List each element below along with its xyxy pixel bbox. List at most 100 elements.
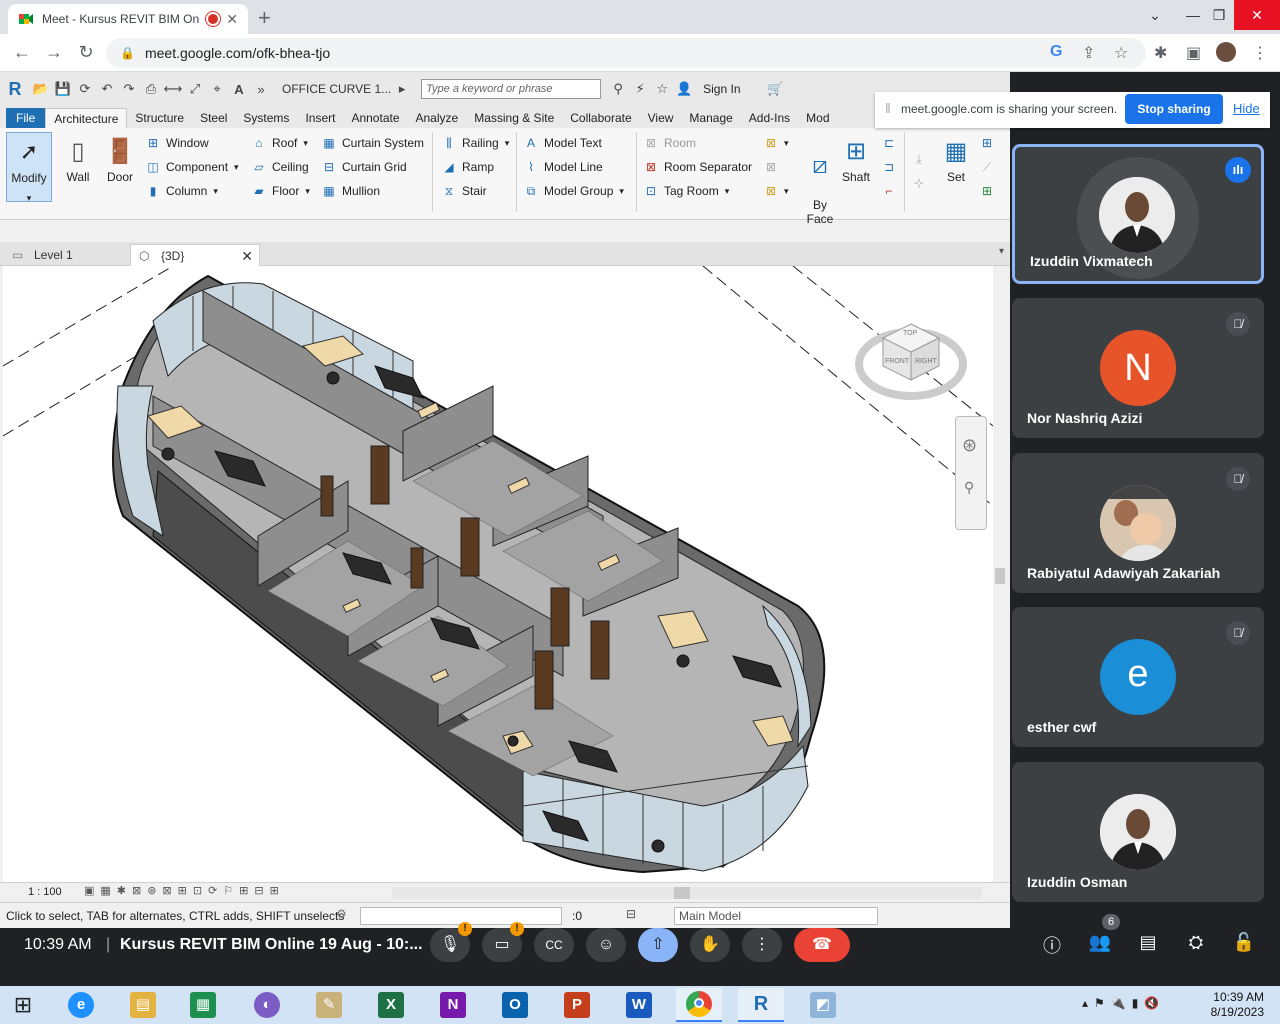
tab-analyze[interactable]: Analyze bbox=[408, 108, 467, 128]
share-icon[interactable]: ⇪ bbox=[1082, 43, 1095, 63]
viewcube-top[interactable]: TOP bbox=[903, 330, 917, 337]
tag-icon[interactable]: ⌖ bbox=[206, 81, 228, 97]
railing-button[interactable]: ⫼ Railing ▾ bbox=[440, 132, 509, 154]
color-picker-icon[interactable]: ◐ bbox=[244, 988, 290, 1022]
tab-annotate[interactable]: Annotate bbox=[343, 108, 407, 128]
dimension-icon[interactable]: ⤢ bbox=[184, 81, 206, 97]
profile-avatar[interactable] bbox=[1216, 42, 1236, 62]
vertical-scrollbar[interactable] bbox=[993, 266, 1007, 882]
area-boundary-button[interactable]: ⊠ bbox=[762, 156, 784, 178]
column-button[interactable]: ▮ Column ▾ bbox=[144, 180, 218, 202]
system-tray-icons[interactable]: ▴⚑🔌▮🔇 bbox=[1082, 996, 1165, 1010]
model-text-button[interactable]: A Model Text bbox=[522, 132, 602, 154]
view-tabs-menu-icon[interactable]: ▾ bbox=[999, 246, 1004, 257]
floor-button[interactable]: ▰ Floor ▾ bbox=[250, 180, 310, 202]
reload-icon[interactable]: ↻ bbox=[74, 42, 98, 63]
sign-in-link[interactable]: Sign In bbox=[703, 82, 740, 96]
viewcube-right[interactable]: RIGHT bbox=[915, 358, 937, 365]
close-window-button[interactable]: ✕ bbox=[1234, 0, 1280, 30]
file-explorer-icon[interactable]: ▤ bbox=[120, 988, 166, 1022]
cart-icon[interactable]: 🛒 bbox=[765, 81, 787, 97]
internet-explorer-icon[interactable]: e bbox=[58, 988, 104, 1022]
tab-modify[interactable]: Mod bbox=[798, 108, 837, 128]
reactions-button[interactable]: ☺ bbox=[586, 928, 626, 962]
address-bar[interactable]: 🔒 meet.google.com/ofk-bhea-tjo bbox=[106, 38, 1146, 68]
revit-taskbar-icon[interactable]: R bbox=[738, 988, 784, 1022]
component-button[interactable]: ◫ Component ▾ bbox=[144, 156, 238, 178]
participant-tile[interactable]: Izuddin Osman bbox=[1012, 762, 1264, 902]
shaft-button[interactable]: ⊞ Shaft bbox=[834, 134, 878, 184]
view-tab-3d[interactable]: ⬡ {3D} ✕ bbox=[130, 244, 260, 266]
print-icon[interactable]: ⎙ bbox=[140, 81, 162, 97]
workset-icon[interactable]: ⚙ bbox=[336, 907, 347, 921]
participant-tile[interactable]: e 🎙̸ esther cwf bbox=[1012, 607, 1264, 747]
user-icon[interactable]: 👤 bbox=[673, 81, 695, 97]
notepad-icon[interactable]: ✎ bbox=[306, 988, 352, 1022]
set-button[interactable]: ▦ Set bbox=[934, 134, 978, 184]
binoculars-icon[interactable]: ⚲ bbox=[607, 81, 629, 97]
tab-structure[interactable]: Structure bbox=[127, 108, 192, 128]
view-control-icons[interactable]: ▣▦✱⊠⊛⊠⊞⊡⟳⚐⊞⊟⊞ bbox=[84, 884, 285, 897]
bookmark-star-icon[interactable]: ☆ bbox=[1114, 43, 1128, 63]
show-workplane-button[interactable]: ⊞ bbox=[978, 132, 1000, 154]
wall-button[interactable]: ▯ Wall bbox=[56, 134, 100, 184]
ceiling-button[interactable]: ▱ Ceiling bbox=[250, 156, 308, 178]
present-button[interactable]: ⇧ bbox=[638, 928, 678, 962]
participant-tile[interactable]: 🎙̸ Rabiyatul Adawiyah Zakariah bbox=[1012, 453, 1264, 593]
drag-handle-icon[interactable]: ‖ bbox=[885, 100, 891, 116]
camera-button[interactable]: ▭! bbox=[482, 922, 524, 962]
tab-insert[interactable]: Insert bbox=[297, 108, 343, 128]
start-button[interactable]: ⊞ bbox=[0, 988, 46, 1022]
curtain-system-button[interactable]: ▦ Curtain System bbox=[320, 132, 424, 154]
vertical-opening-button[interactable]: ⊐ bbox=[880, 156, 902, 178]
people-button[interactable]: 👥 bbox=[1086, 932, 1114, 953]
close-view-icon[interactable]: ✕ bbox=[241, 245, 253, 267]
stop-sharing-button[interactable]: Stop sharing bbox=[1125, 94, 1223, 124]
level-button[interactable]: ⤓ bbox=[910, 148, 932, 170]
onenote-icon[interactable]: N bbox=[430, 988, 476, 1022]
revit-logo-icon[interactable]: R bbox=[0, 79, 30, 100]
subscription-icon[interactable]: ⚡ bbox=[629, 81, 651, 97]
captions-button[interactable]: CC bbox=[534, 928, 574, 962]
room-button[interactable]: ⊠ Room bbox=[642, 132, 696, 154]
tab-file[interactable]: File bbox=[6, 108, 46, 128]
redo-icon[interactable]: ↷ bbox=[118, 81, 140, 97]
tab-architecture[interactable]: Architecture bbox=[45, 108, 128, 128]
model-line-button[interactable]: ⌇ Model Line bbox=[522, 156, 603, 178]
end-call-button[interactable]: ☎ bbox=[794, 928, 850, 962]
scroll-thumb[interactable] bbox=[995, 568, 1005, 584]
steering-wheel-icon[interactable]: ⊛ bbox=[962, 435, 977, 456]
tab-steel[interactable]: Steel bbox=[192, 108, 235, 128]
door-button[interactable]: 🚪 Door bbox=[98, 134, 142, 184]
viewcube[interactable]: TOP FRONT RIGHT bbox=[855, 316, 967, 406]
curtain-grid-button[interactable]: ⊟ Curtain Grid bbox=[320, 156, 407, 178]
design-options-icon[interactable]: ⊟ bbox=[626, 907, 636, 921]
ref-plane-button[interactable]: ⟋ bbox=[978, 156, 1000, 178]
host-controls-icon[interactable]: 🔓 bbox=[1230, 932, 1258, 953]
design-option-dropdown[interactable]: Main Model bbox=[674, 907, 878, 925]
dormer-button[interactable]: ⌐ bbox=[880, 180, 902, 202]
undo-icon[interactable]: ↶ bbox=[96, 81, 118, 97]
scroll-thumb[interactable] bbox=[674, 887, 690, 899]
spreadsheet-app-icon[interactable]: ▦ bbox=[180, 988, 226, 1022]
app-window-icon[interactable]: ◩ bbox=[800, 988, 846, 1022]
favorites-star-icon[interactable]: ☆ bbox=[651, 81, 673, 97]
ramp-button[interactable]: ◢ Ramp bbox=[440, 156, 494, 178]
side-panel-icon[interactable]: ▣ bbox=[1186, 43, 1201, 63]
text-icon[interactable]: A bbox=[228, 82, 250, 97]
view-tab-level-1[interactable]: ▭ Level 1 bbox=[4, 244, 128, 266]
measure-icon[interactable]: ⟷ bbox=[162, 81, 184, 97]
open-icon[interactable]: 📂 bbox=[30, 81, 52, 97]
window-button[interactable]: ⊞ Window bbox=[144, 132, 209, 154]
sync-icon[interactable]: ⟳ bbox=[74, 81, 96, 97]
roof-button[interactable]: ⌂ Roof ▾ bbox=[250, 132, 308, 154]
menu-icon[interactable]: ⋮ bbox=[1252, 43, 1268, 63]
forward-icon[interactable]: → bbox=[42, 42, 66, 63]
back-icon[interactable]: ← bbox=[10, 42, 34, 63]
browser-tab-meet[interactable]: Meet - Kursus REVIT BIM Onl ✕ bbox=[8, 4, 248, 34]
chrome-icon[interactable] bbox=[676, 988, 722, 1022]
hide-banner-link[interactable]: Hide bbox=[1233, 101, 1260, 116]
help-search-input[interactable]: Type a keyword or phrase bbox=[421, 79, 602, 99]
participant-tile[interactable]: N 🎙̸ Nor Nashriq Azizi bbox=[1012, 298, 1264, 438]
outlook-icon[interactable]: O bbox=[492, 988, 538, 1022]
